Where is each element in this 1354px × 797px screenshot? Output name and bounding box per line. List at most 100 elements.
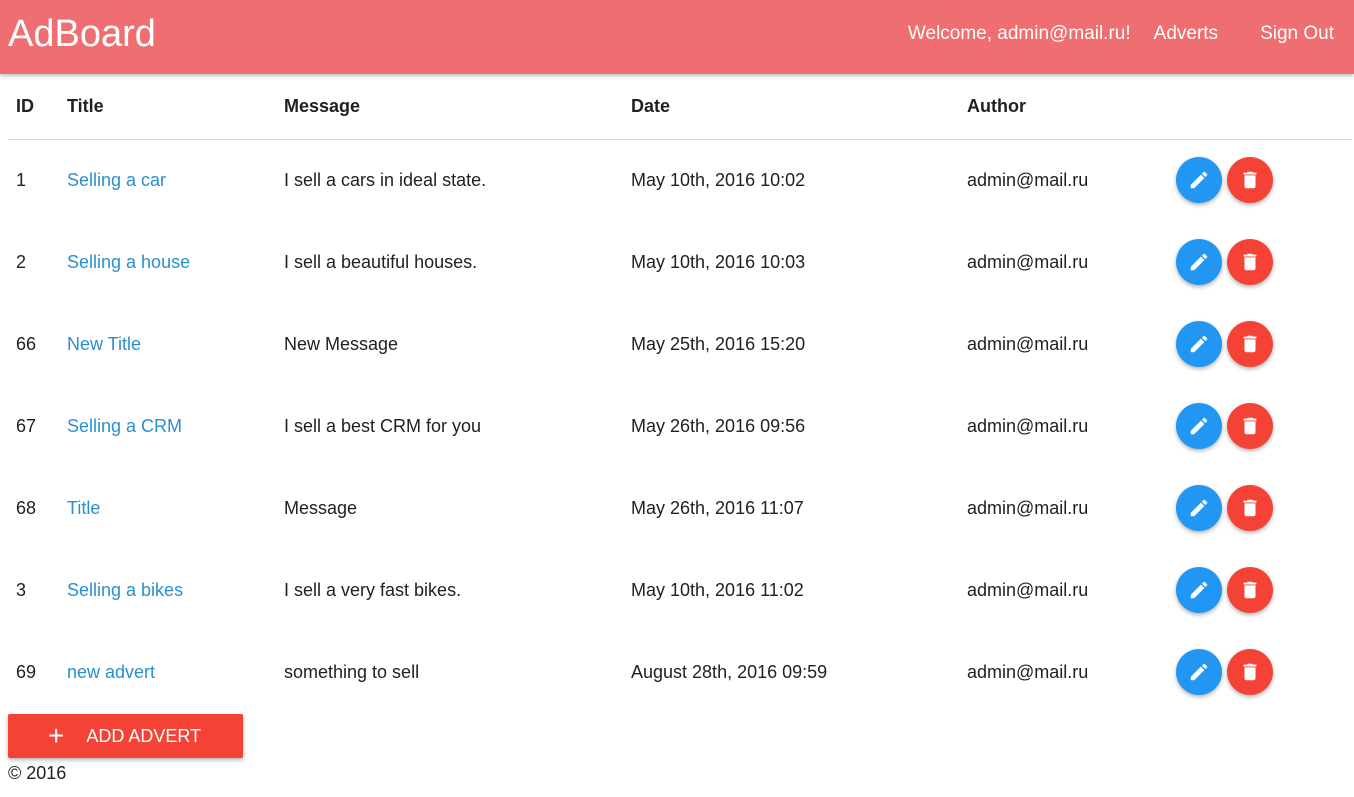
cell-date: August 28th, 2016 09:59 [631,661,828,682]
cell-title: Selling a CRM [59,385,276,467]
delete-button[interactable] [1227,321,1273,367]
cell-actions [1168,139,1352,221]
edit-button[interactable] [1176,567,1222,613]
delete-button[interactable] [1227,649,1273,695]
cell-date: May 10th, 2016 10:02 [631,169,806,190]
delete-button[interactable] [1227,239,1273,285]
edit-button[interactable] [1176,649,1222,695]
cell-title: Selling a bikes [59,549,276,631]
delete-button[interactable] [1227,157,1273,204]
cell-message: I sell a cars in ideal state. [284,169,487,190]
edit-button[interactable] [1176,321,1222,367]
delete-button[interactable] [1227,567,1273,613]
cell-message: New Message [284,333,399,354]
add-advert-label: ADD ADVERT [86,725,202,746]
edit-button[interactable] [1176,157,1222,204]
cell-author: admin@mail.ru [967,169,1089,190]
cell-date: May 10th, 2016 11:02 [631,579,804,600]
trash-icon [1239,579,1261,601]
add-advert-button[interactable]: + ADD ADVERT [8,714,243,758]
advert-title-link[interactable]: new advert [67,662,155,682]
pencil-icon [1188,497,1210,519]
column-header-author: Author [959,74,1168,140]
cell-author: admin@mail.ru [967,497,1089,518]
pencil-icon [1188,169,1210,191]
brand-logo[interactable]: AdBoard [8,12,156,56]
cell-date: May 25th, 2016 15:20 [631,333,806,354]
cell-id: 69 [16,661,37,682]
table-row: 68 Title Message May 26th, 2016 11:07 admin@… [8,467,1352,549]
edit-button[interactable] [1176,485,1222,531]
table-row: 69 new advert something to sell August 28th… [8,631,1352,713]
pencil-icon [1188,661,1210,683]
top-app-bar: AdBoard Welcome, admin@mail.ru! Adverts … [0,0,1354,74]
trash-icon [1239,415,1261,437]
pencil-icon [1188,579,1210,601]
pencil-icon [1188,333,1210,355]
cell-message: I sell a very fast bikes. [284,579,462,600]
cell-actions [1168,221,1352,303]
table-body: 1 Selling a car I sell a cars in ideal sta… [8,139,1352,713]
cell-id: 66 [16,333,37,354]
cell-author: admin@mail.ru [967,333,1089,354]
table-row: 67 Selling a CRM I sell a best CRM for you… [8,385,1352,467]
nav-adverts-link[interactable]: Adverts [1154,22,1218,46]
table-row: 1 Selling a car I sell a cars in ideal sta… [8,139,1352,221]
column-header-message: Message [276,74,623,140]
cell-author: admin@mail.ru [967,661,1089,682]
cell-message: something to sell [284,661,420,682]
column-header-id: ID [8,74,59,140]
table-row: 2 Selling a house I sell a beautiful house… [8,221,1352,303]
cell-author: admin@mail.ru [967,251,1089,272]
trash-icon [1239,661,1261,683]
footer-copyright: © 2016 [8,763,67,783]
pencil-icon [1188,415,1210,437]
cell-actions [1168,385,1352,467]
cell-date: May 26th, 2016 11:07 [631,497,804,518]
welcome-text: Welcome, admin@mail.ru! [907,23,1131,44]
advert-title-link[interactable]: Selling a CRM [67,416,182,436]
cell-id: 3 [16,579,27,600]
trash-icon [1239,251,1261,273]
cell-date: May 26th, 2016 09:56 [631,415,806,436]
cell-title: Selling a house [59,221,276,303]
top-nav: Welcome, admin@mail.ru! Adverts Sign Out [908,22,1334,46]
cell-actions [1168,303,1352,385]
cell-message: Message [284,497,358,518]
advert-title-link[interactable]: Selling a car [67,170,166,190]
cell-id: 1 [16,169,27,190]
cell-title: New Title [59,303,276,385]
cell-message: I sell a beautiful houses. [284,251,478,272]
cell-actions [1168,549,1352,631]
cell-author: admin@mail.ru [967,415,1089,436]
advert-title-link[interactable]: Selling a bikes [67,580,183,600]
cell-date: May 10th, 2016 10:03 [631,251,806,272]
advert-title-link[interactable]: Selling a house [67,252,190,272]
table-header: ID Title Message Date Author [8,74,1352,140]
cell-actions [1168,631,1352,713]
column-header-date: Date [623,74,959,140]
trash-icon [1239,333,1261,355]
cell-title: Selling a car [59,139,276,221]
delete-button[interactable] [1227,485,1273,531]
cell-id: 68 [16,497,37,518]
cell-author: admin@mail.ru [967,579,1089,600]
cell-message: I sell a best CRM for you [284,415,482,436]
trash-icon [1239,169,1261,191]
cell-actions [1168,467,1352,549]
table-row: 3 Selling a bikes I sell a very fast bikes… [8,549,1352,631]
plus-icon: + [48,720,65,751]
cell-title: Title [59,467,276,549]
advert-title-link[interactable]: Title [67,498,100,518]
nav-sign-out-link[interactable]: Sign Out [1260,22,1334,46]
column-header-actions [1168,74,1352,140]
pencil-icon [1188,251,1210,273]
cell-title: new advert [59,631,276,713]
edit-button[interactable] [1176,239,1222,285]
advert-title-link[interactable]: New Title [67,334,141,354]
table-header-row: ID Title Message Date Author [8,74,1352,140]
delete-button[interactable] [1227,403,1273,449]
edit-button[interactable] [1176,403,1222,449]
trash-icon [1239,497,1261,519]
cell-id: 67 [16,415,37,436]
